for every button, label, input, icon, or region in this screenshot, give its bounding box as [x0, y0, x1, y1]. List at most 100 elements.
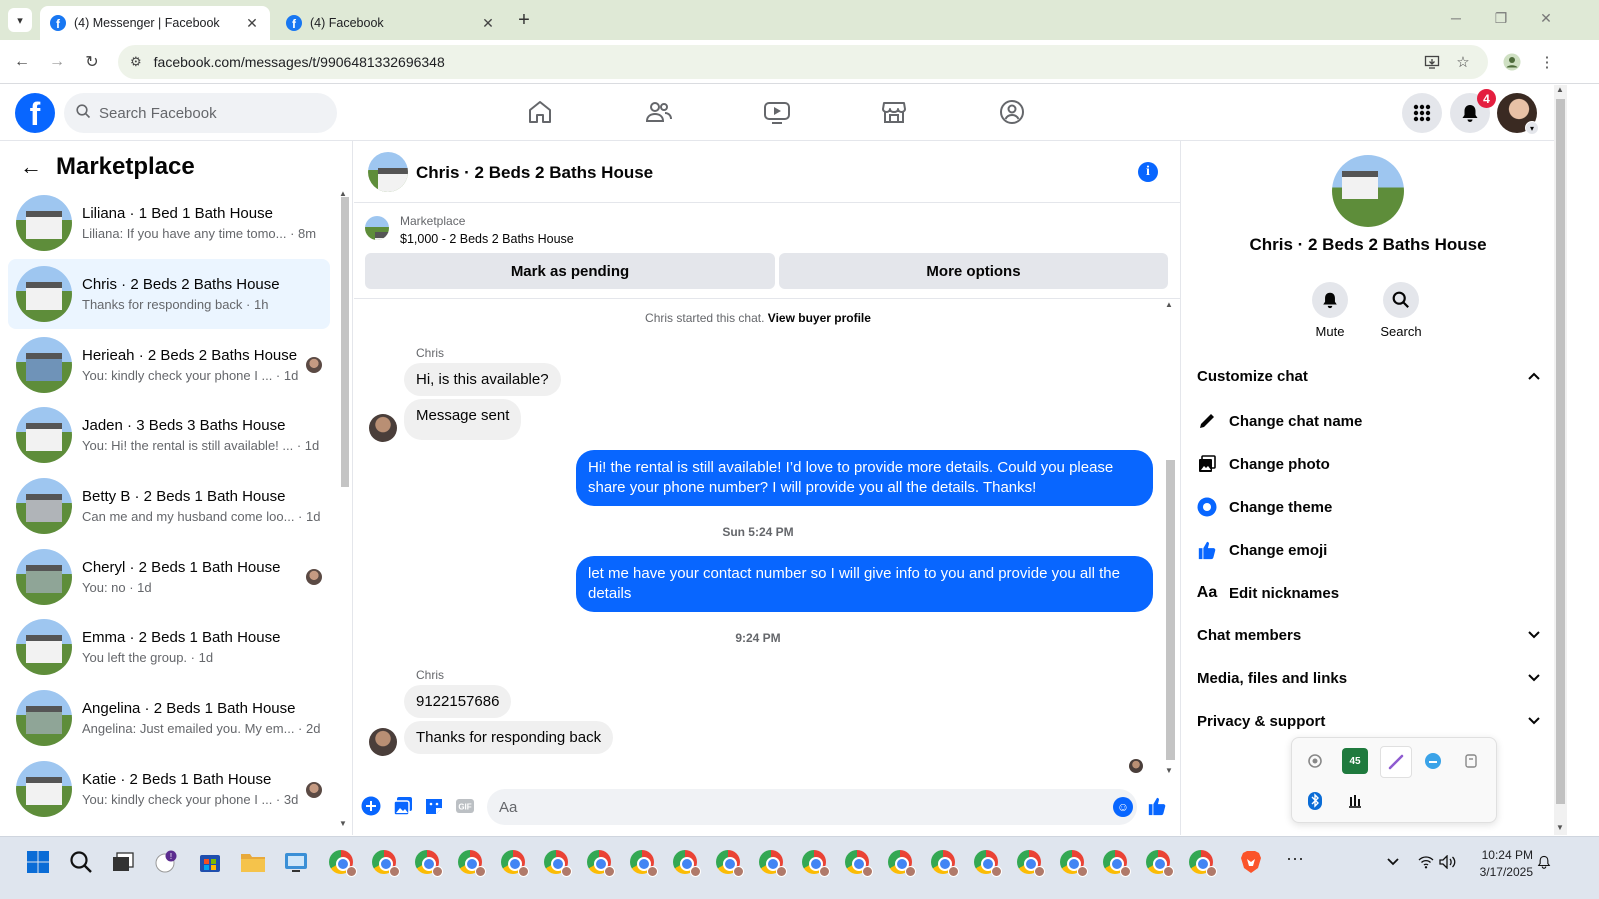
facebook-search-box[interactable] [64, 93, 337, 133]
conversation-item[interactable]: Liliana · 1 Bed 1 Bath House Liliana: If … [8, 188, 330, 259]
new-tab-button[interactable]: + [512, 9, 536, 32]
microsoft-store-icon[interactable] [196, 848, 224, 876]
add-more-icon[interactable] [361, 796, 381, 816]
back-arrow-icon[interactable]: ← [20, 154, 42, 180]
friends-icon[interactable] [644, 97, 674, 127]
chrome-profile-icon[interactable] [800, 848, 830, 877]
video-icon[interactable] [762, 97, 792, 127]
listing-price-title[interactable]: $1,000 - 2 Beds 2 Baths House [400, 232, 574, 246]
reload-icon[interactable]: ↻ [80, 50, 104, 74]
more-apps-icon[interactable]: ⋯ [1286, 849, 1304, 870]
scroll-up-icon[interactable]: ▲ [1556, 85, 1564, 94]
chat-app-icon[interactable]: ! [152, 848, 180, 876]
chrome-profile-icon[interactable] [628, 848, 658, 877]
groups-icon[interactable] [997, 97, 1027, 127]
chrome-profile-icon[interactable] [1187, 848, 1217, 877]
chrome-profile-icon[interactable] [1015, 848, 1045, 877]
chrome-profile-icon[interactable] [1058, 848, 1088, 877]
tab-search-dropdown[interactable]: ▾ [8, 8, 32, 32]
bookmark-star-icon[interactable]: ☆ [1451, 50, 1475, 74]
attach-photo-icon[interactable] [393, 796, 413, 816]
customize-chat-section[interactable]: Customize chat [1197, 368, 1541, 385]
install-app-icon[interactable] [1420, 50, 1444, 74]
close-tab-icon[interactable]: ✕ [244, 15, 260, 32]
listing-thumbnail[interactable] [365, 216, 389, 240]
bluetooth-icon[interactable] [1302, 788, 1328, 814]
chat-title[interactable]: Chris · 2 Beds 2 Baths House [416, 163, 653, 183]
file-explorer-icon[interactable] [239, 848, 267, 876]
notification-bell-icon[interactable] [1530, 848, 1558, 876]
chat-scrollbar[interactable]: ▲ ▼ [1164, 300, 1176, 778]
tab-messenger[interactable]: f (4) Messenger | Facebook ✕ [40, 6, 270, 40]
url-field[interactable]: ⚙ facebook.com/messages/t/99064813326963… [118, 45, 1488, 79]
mark-as-pending-button[interactable]: Mark as pending [365, 253, 775, 289]
chrome-profile-icon[interactable] [929, 848, 959, 877]
view-buyer-profile-link[interactable]: View buyer profile [768, 311, 871, 325]
change-photo-item[interactable]: Change photo [1197, 454, 1541, 474]
excel-icon[interactable]: 45 [1342, 748, 1368, 774]
thumbs-up-icon[interactable] [1147, 796, 1167, 816]
chrome-profile-icon[interactable] [585, 848, 615, 877]
message-input-box[interactable]: ☺ [487, 789, 1137, 825]
home-icon[interactable] [525, 97, 555, 127]
sender-avatar[interactable] [369, 728, 397, 756]
windows-start-icon[interactable] [24, 848, 52, 876]
pen-icon[interactable] [1380, 746, 1412, 778]
usb-drive-icon[interactable] [1458, 748, 1484, 774]
message-bubble-incoming[interactable]: Message sent [404, 399, 522, 440]
scroll-down-icon[interactable]: ▼ [1165, 766, 1173, 775]
chrome-profile-icon[interactable] [370, 848, 400, 877]
more-options-button[interactable]: More options [779, 253, 1168, 289]
chrome-profile-icon[interactable] [327, 848, 357, 877]
scroll-down-icon[interactable]: ▼ [339, 819, 347, 828]
chrome-profile-icon[interactable] [714, 848, 744, 877]
taskbar-search-icon[interactable] [67, 848, 95, 876]
chrome-profile-icon[interactable] [886, 848, 916, 877]
chrome-profile-icon[interactable] [972, 848, 1002, 877]
chrome-profile-icon[interactable] [1144, 848, 1174, 877]
browser-menu-icon[interactable]: ⋮ [1535, 50, 1559, 74]
chrome-profile-icon[interactable] [499, 848, 529, 877]
volume-icon[interactable] [1434, 848, 1462, 876]
tray-chevron-icon[interactable] [1379, 848, 1407, 876]
privacy-support-section[interactable]: Privacy & support [1197, 713, 1541, 730]
chat-avatar[interactable] [368, 152, 408, 192]
change-emoji-item[interactable]: Change emoji [1197, 540, 1541, 560]
minimize-icon[interactable]: ─ [1446, 10, 1466, 26]
message-bubble-outgoing[interactable]: Hi! the rental is still available! I’d l… [576, 450, 1153, 506]
conversation-item[interactable]: Katie · 2 Beds 1 Bath House You: kindly c… [8, 754, 330, 825]
search-input[interactable] [99, 104, 319, 122]
chrome-profile-icon[interactable] [843, 848, 873, 877]
conversation-item[interactable]: Chris · 2 Beds 2 Baths House Thanks for r… [8, 258, 330, 330]
conversation-item[interactable]: Betty B · 2 Beds 1 Bath House Can me and … [8, 471, 330, 542]
scrollbar-thumb[interactable] [1166, 460, 1175, 760]
conversation-item[interactable]: Angelina · 2 Beds 1 Bath House Angelina: … [8, 683, 330, 754]
info-icon[interactable]: i [1138, 162, 1158, 182]
conversation-item[interactable]: Herieah · 2 Beds 2 Baths House You: kindl… [8, 329, 330, 400]
chat-members-section[interactable]: Chat members [1197, 627, 1541, 644]
emoji-icon[interactable]: ☺ [1113, 797, 1133, 817]
tray-app-icon[interactable] [1302, 748, 1328, 774]
media-files-links-section[interactable]: Media, files and links [1197, 670, 1541, 687]
change-chat-name-item[interactable]: Change chat name [1197, 411, 1541, 431]
cloud-app-icon[interactable] [1420, 748, 1446, 774]
message-input[interactable] [499, 798, 1079, 816]
chrome-profile-icon[interactable] [757, 848, 787, 877]
gif-icon[interactable]: GIF [455, 796, 475, 816]
task-view-icon[interactable] [109, 848, 137, 876]
message-bubble-incoming[interactable]: Hi, is this available? [404, 363, 561, 396]
menu-grid-button[interactable] [1402, 93, 1442, 133]
account-avatar[interactable]: ▾ [1497, 93, 1539, 135]
profile-icon[interactable] [1500, 50, 1524, 74]
conversation-item[interactable]: Emma · 2 Beds 1 Bath House You left the g… [8, 612, 330, 683]
chrome-profile-icon[interactable] [413, 848, 443, 877]
conversation-item[interactable]: Jaden · 3 Beds 3 Baths House You: Hi! the… [8, 400, 330, 471]
mute-button[interactable]: Mute [1295, 282, 1365, 339]
details-avatar[interactable] [1332, 155, 1404, 227]
sticker-icon[interactable] [424, 796, 444, 816]
tab-facebook[interactable]: f (4) Facebook ✕ [276, 6, 506, 40]
scroll-up-icon[interactable]: ▲ [1165, 300, 1173, 309]
chrome-profile-icon[interactable] [542, 848, 572, 877]
scroll-down-icon[interactable]: ▼ [1556, 823, 1564, 832]
chrome-profile-icon[interactable] [671, 848, 701, 877]
